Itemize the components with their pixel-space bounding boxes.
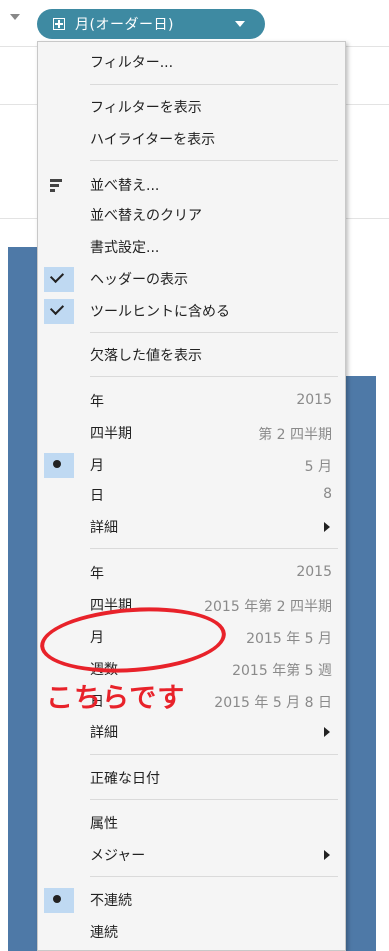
sort-icon	[50, 179, 62, 194]
radio-dot-icon	[53, 460, 61, 468]
menu-separator	[90, 332, 338, 333]
menu-separator	[90, 160, 338, 161]
menu-separator	[90, 799, 338, 800]
menu-item-show-highlighter[interactable]: ハイライターを表示	[38, 124, 345, 154]
menu-item-measure[interactable]: メジャー	[38, 840, 345, 870]
submenu-arrow-icon	[324, 850, 330, 860]
pill-label: 月(オーダー日)	[75, 17, 174, 33]
menu-item-continuous-more[interactable]: 詳細	[38, 717, 345, 747]
menu-item-sort[interactable]: 並べ替え...	[38, 170, 345, 200]
menu-item-discrete-year[interactable]: 年 2015	[38, 386, 345, 416]
menu-item-discrete-month[interactable]: 月 5 月	[38, 450, 345, 480]
pill-context-menu: フィルター... フィルターを表示 ハイライターを表示 並べ替え... 並べ替え…	[37, 41, 346, 951]
menu-separator	[90, 84, 338, 85]
menu-separator	[90, 754, 338, 755]
menu-item-format[interactable]: 書式設定...	[38, 232, 345, 262]
chevron-down-icon[interactable]	[235, 21, 245, 27]
dropdown-arrow-icon[interactable]	[10, 14, 20, 20]
submenu-arrow-icon	[324, 727, 330, 737]
menu-item-continuous[interactable]: 連続	[38, 917, 345, 947]
menu-item-discrete[interactable]: 不連続	[38, 885, 345, 915]
menu-item-filter[interactable]: フィルター...	[38, 47, 345, 77]
menu-separator	[90, 876, 338, 877]
menu-item-clear-sort[interactable]: 並べ替えのクリア	[38, 200, 345, 230]
menu-item-discrete-more[interactable]: 詳細	[38, 512, 345, 542]
expand-plus-icon[interactable]	[53, 18, 65, 30]
annotation-text: こちらです	[46, 683, 186, 714]
menu-separator	[90, 548, 338, 549]
submenu-arrow-icon	[324, 522, 330, 532]
menu-separator	[90, 376, 338, 377]
menu-item-continuous-year[interactable]: 年 2015	[38, 558, 345, 588]
menu-item-show-header[interactable]: ヘッダーの表示	[38, 264, 345, 294]
menu-item-show-missing-values[interactable]: 欠落した値を表示	[38, 340, 345, 370]
menu-item-discrete-day[interactable]: 日 8	[38, 480, 345, 510]
chart-bar[interactable]	[8, 247, 38, 951]
menu-item-discrete-quarter[interactable]: 四半期 第 2 四半期	[38, 418, 345, 448]
date-field-pill[interactable]: 月(オーダー日)	[37, 9, 265, 39]
menu-item-attribute[interactable]: 属性	[38, 808, 345, 838]
menu-item-exact-date[interactable]: 正確な日付	[38, 763, 345, 793]
chart-bar[interactable]	[346, 376, 376, 951]
menu-item-include-tooltip[interactable]: ツールヒントに含める	[38, 296, 345, 326]
radio-dot-icon	[53, 895, 61, 903]
menu-item-show-filter[interactable]: フィルターを表示	[38, 92, 345, 122]
